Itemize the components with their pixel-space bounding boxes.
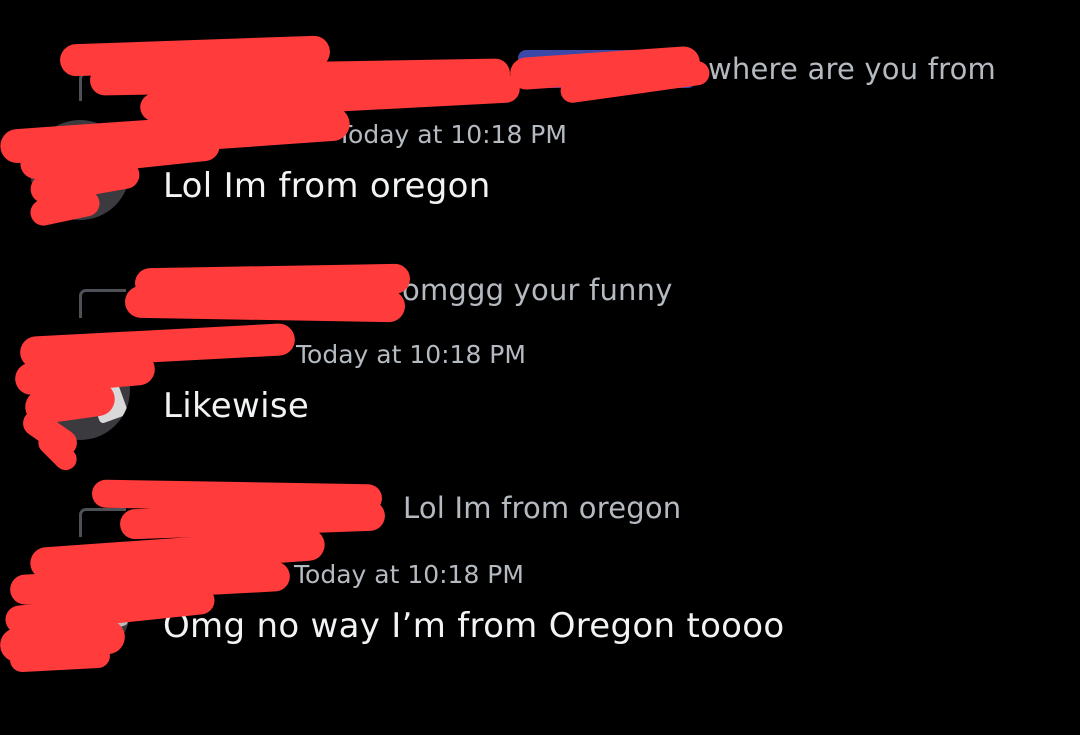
message-timestamp: Today at 10:18 PM — [296, 340, 526, 369]
message-timestamp: Today at 10:18 PM — [294, 560, 524, 589]
message-content: Omg no way I’m from Oregon toooo — [163, 606, 785, 646]
reply-connector — [79, 508, 126, 537]
reply-connector — [79, 289, 126, 318]
redaction-scribble — [9, 643, 111, 673]
reply-preview-text[interactable]: Lol Im from oregon — [403, 491, 681, 525]
redaction-scribble — [124, 285, 406, 323]
message-content: Likewise — [163, 386, 310, 426]
reply-preview-text[interactable]: omggg your funny — [402, 273, 673, 307]
